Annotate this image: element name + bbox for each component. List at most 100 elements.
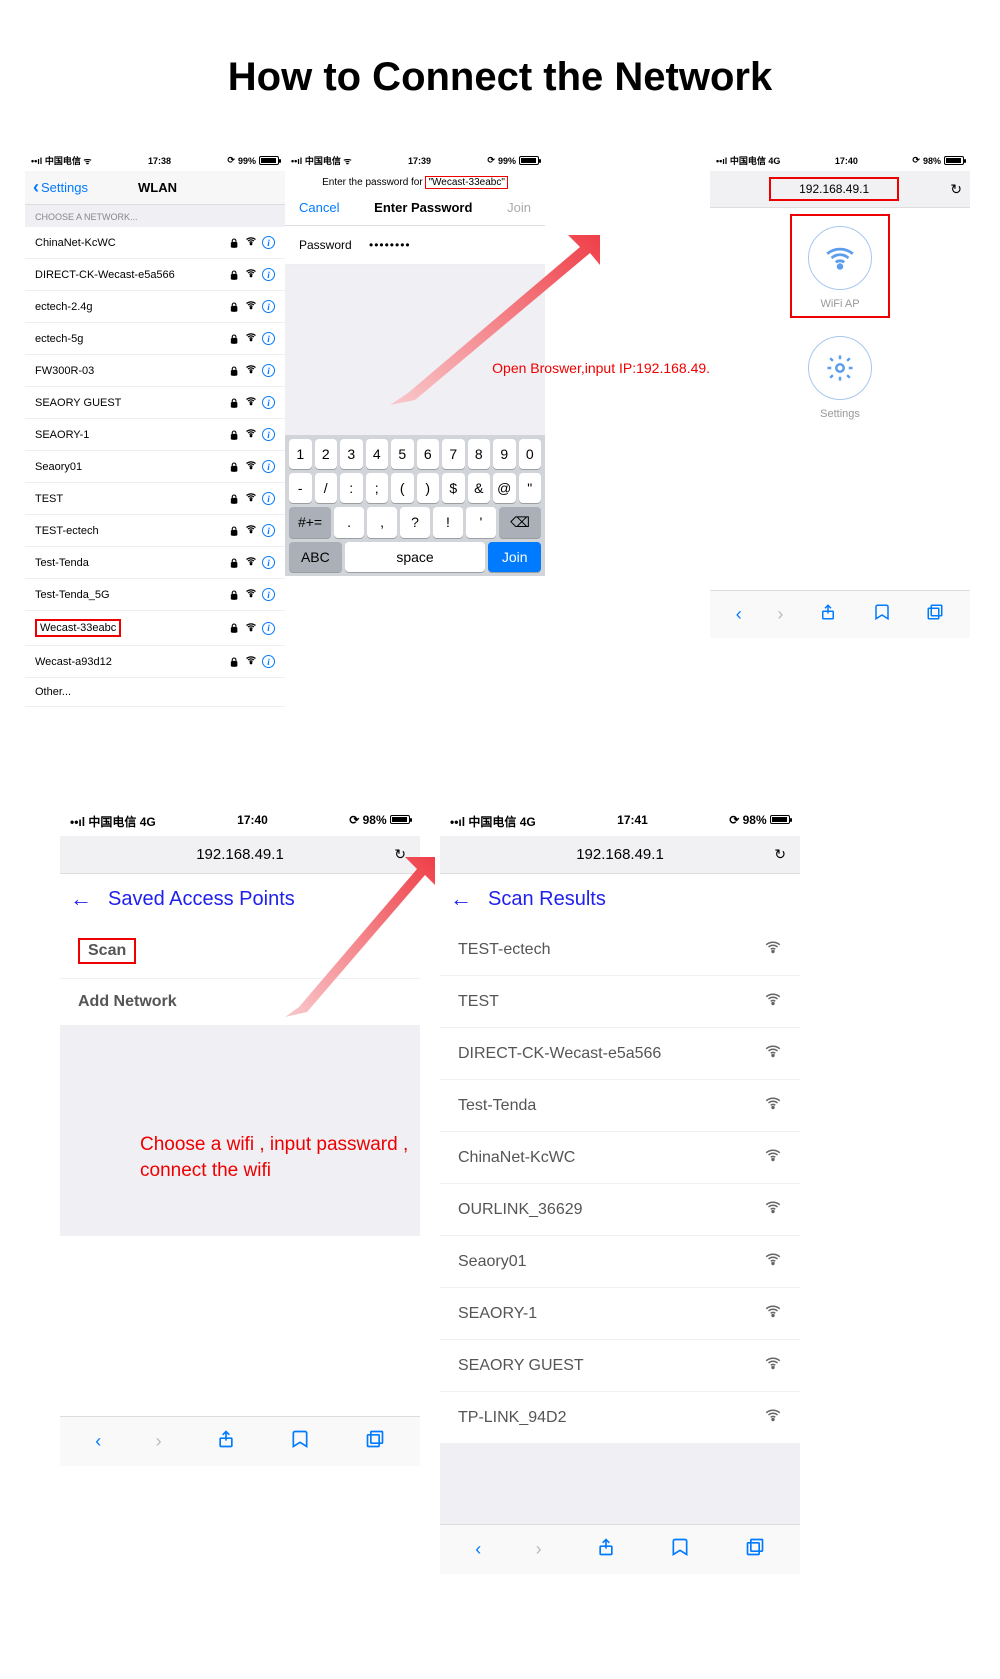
- key[interactable]: -: [289, 473, 312, 503]
- back-icon[interactable]: ‹: [95, 1431, 101, 1452]
- key[interactable]: 8: [468, 439, 491, 469]
- network-row[interactable]: TEST-ectechi: [25, 515, 285, 547]
- key[interactable]: ?: [400, 507, 430, 538]
- key[interactable]: ,: [367, 507, 397, 538]
- bookmarks-icon[interactable]: [873, 603, 891, 626]
- abc-key[interactable]: ABC: [289, 542, 342, 572]
- network-row[interactable]: ChinaNet-KcWCi: [25, 227, 285, 259]
- scan-result-row[interactable]: TEST-ectech: [440, 924, 800, 976]
- refresh-icon[interactable]: ↻: [394, 846, 406, 863]
- key[interactable]: 0: [519, 439, 542, 469]
- scan-result-row[interactable]: Seaory01: [440, 1236, 800, 1288]
- refresh-icon[interactable]: ↻: [950, 181, 962, 198]
- key[interactable]: /: [315, 473, 338, 503]
- lock-icon: [229, 333, 240, 345]
- space-key[interactable]: space: [345, 542, 486, 572]
- scan-result-row[interactable]: DIRECT-CK-Wecast-e5a566: [440, 1028, 800, 1080]
- key[interactable]: (: [391, 473, 414, 503]
- back-button[interactable]: Settings: [33, 177, 88, 198]
- key[interactable]: !: [433, 507, 463, 538]
- url-bar[interactable]: 192.168.49.1 ↻: [440, 836, 800, 874]
- key[interactable]: 3: [340, 439, 363, 469]
- bookmarks-icon[interactable]: [290, 1429, 310, 1454]
- bookmarks-icon[interactable]: [670, 1537, 690, 1562]
- scan-result-row[interactable]: ChinaNet-KcWC: [440, 1132, 800, 1184]
- refresh-icon[interactable]: ↻: [774, 846, 786, 863]
- share-icon[interactable]: [596, 1537, 616, 1562]
- key[interactable]: ;: [366, 473, 389, 503]
- key[interactable]: 1: [289, 439, 312, 469]
- info-icon[interactable]: i: [262, 332, 275, 345]
- url-bar[interactable]: 192.168.49.1 ↻: [60, 836, 420, 874]
- settings-button[interactable]: [808, 336, 872, 400]
- key[interactable]: &: [468, 473, 491, 503]
- info-icon[interactable]: i: [262, 460, 275, 473]
- scan-result-row[interactable]: TP-LINK_94D2: [440, 1392, 800, 1444]
- url-bar[interactable]: 192.168.49.1 ↻: [710, 171, 970, 208]
- back-icon[interactable]: ‹: [475, 1539, 481, 1560]
- info-icon[interactable]: i: [262, 622, 275, 635]
- network-row[interactable]: Wecast-a93d12i: [25, 646, 285, 678]
- shift-key[interactable]: #+=: [289, 507, 331, 538]
- info-icon[interactable]: i: [262, 268, 275, 281]
- network-row[interactable]: FW300R-03i: [25, 355, 285, 387]
- info-icon[interactable]: i: [262, 588, 275, 601]
- key[interactable]: 5: [391, 439, 414, 469]
- join-button[interactable]: Join: [507, 200, 531, 215]
- network-row[interactable]: SEAORY-1i: [25, 419, 285, 451]
- scan-result-row[interactable]: Test-Tenda: [440, 1080, 800, 1132]
- page-nav: ← Scan Results: [440, 874, 800, 924]
- tabs-icon[interactable]: [365, 1429, 385, 1454]
- password-field-row[interactable]: Password ••••••••: [285, 226, 545, 265]
- key[interactable]: 7: [442, 439, 465, 469]
- add-network-row[interactable]: Add Network: [60, 979, 420, 1026]
- key[interactable]: 6: [417, 439, 440, 469]
- network-row[interactable]: DIRECT-CK-Wecast-e5a566i: [25, 259, 285, 291]
- cancel-button[interactable]: Cancel: [299, 200, 339, 215]
- key[interactable]: 2: [315, 439, 338, 469]
- key[interactable]: @: [493, 473, 516, 503]
- info-icon[interactable]: i: [262, 300, 275, 313]
- scan-result-row[interactable]: OURLINK_36629: [440, 1184, 800, 1236]
- key[interactable]: ": [519, 473, 542, 503]
- tabs-icon[interactable]: [745, 1537, 765, 1562]
- scan-result-row[interactable]: SEAORY-1: [440, 1288, 800, 1340]
- key[interactable]: 9: [493, 439, 516, 469]
- info-icon[interactable]: i: [262, 428, 275, 441]
- info-icon[interactable]: i: [262, 236, 275, 249]
- back-icon[interactable]: ‹: [736, 604, 742, 625]
- other-row[interactable]: Other...: [25, 678, 285, 707]
- scan-row[interactable]: Scan: [60, 924, 420, 979]
- network-row[interactable]: SEAORY GUESTi: [25, 387, 285, 419]
- back-arrow-icon[interactable]: ←: [70, 886, 92, 912]
- info-icon[interactable]: i: [262, 655, 275, 668]
- network-row[interactable]: Wecast-33eabci: [25, 611, 285, 646]
- info-icon[interactable]: i: [262, 556, 275, 569]
- key[interactable]: 4: [366, 439, 389, 469]
- share-icon[interactable]: [216, 1429, 236, 1454]
- network-row[interactable]: Test-Tendai: [25, 547, 285, 579]
- key[interactable]: :: [340, 473, 363, 503]
- scan-result-row[interactable]: TEST: [440, 976, 800, 1028]
- key[interactable]: ): [417, 473, 440, 503]
- network-row[interactable]: TESTi: [25, 483, 285, 515]
- info-icon[interactable]: i: [262, 492, 275, 505]
- backspace-key[interactable]: ⌫: [499, 507, 541, 538]
- tabs-icon[interactable]: [926, 603, 944, 626]
- key[interactable]: .: [334, 507, 364, 538]
- network-row[interactable]: Test-Tenda_5Gi: [25, 579, 285, 611]
- info-icon[interactable]: i: [262, 396, 275, 409]
- info-icon[interactable]: i: [262, 364, 275, 377]
- join-key[interactable]: Join: [488, 542, 541, 572]
- info-icon[interactable]: i: [262, 524, 275, 537]
- network-row[interactable]: ectech-2.4gi: [25, 291, 285, 323]
- key[interactable]: $: [442, 473, 465, 503]
- key[interactable]: ': [466, 507, 496, 538]
- network-row[interactable]: ectech-5gi: [25, 323, 285, 355]
- back-arrow-icon[interactable]: ←: [450, 886, 472, 912]
- scan-results-list: TEST-ectechTESTDIRECT-CK-Wecast-e5a566Te…: [440, 924, 800, 1444]
- share-icon[interactable]: [819, 603, 837, 626]
- scan-result-row[interactable]: SEAORY GUEST: [440, 1340, 800, 1392]
- network-row[interactable]: Seaory01i: [25, 451, 285, 483]
- wifi-ap-button[interactable]: [808, 226, 872, 290]
